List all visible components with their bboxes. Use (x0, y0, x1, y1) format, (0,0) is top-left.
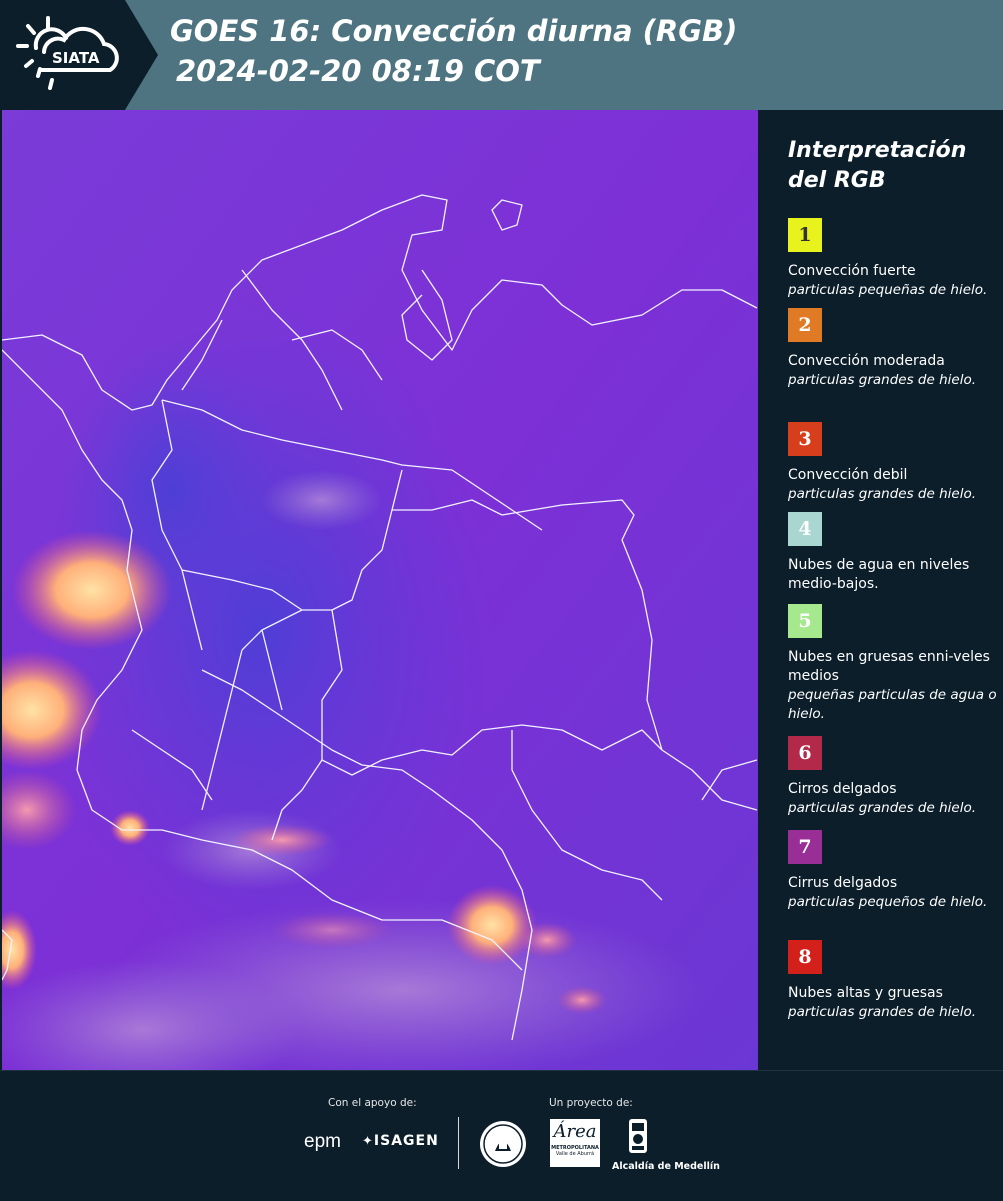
legend-desc: pequeñas particulas de agua o hielo. (788, 687, 997, 722)
legend-item-7: 7 Cirrus delgados particulas pequeños de… (788, 830, 998, 912)
legend-item-2: 2 Convección moderada particulas grandes… (788, 308, 998, 390)
legend-item-5: 5 Nubes en gruesas enni-veles medios peq… (788, 604, 998, 724)
legend-name: Nubes altas y gruesas (788, 985, 943, 1001)
legend-desc: particulas grandes de hielo. (788, 1004, 976, 1020)
page-title: GOES 16: Convección diurna (RGB) (170, 14, 738, 48)
isagen-mark-icon: ✦ (362, 1134, 374, 1149)
isagen-logo: ✦ISAGEN (362, 1133, 439, 1149)
footer: Con el apoyo de: Un proyecto de: epm ✦IS… (0, 1070, 1003, 1201)
government-seal-icon (478, 1119, 528, 1173)
legend-name: Cirrus delgados (788, 875, 898, 891)
legend-desc: particulas grandes de hielo. (788, 372, 976, 388)
legend-item-8: 8 Nubes altas y gruesas particulas grand… (788, 940, 998, 1022)
amva-sub: Valle de Aburrá (555, 1151, 595, 1157)
legend-item-3: 3 Convección debil particulas grandes de… (788, 422, 998, 504)
legend-swatch: 2 (788, 308, 822, 342)
legend-swatch: 5 (788, 604, 822, 638)
amva-logo: Área METROPOLITANA Valle de Aburrá (550, 1119, 600, 1167)
timestamp: 2024-02-20 08:19 COT (176, 54, 540, 88)
legend-number: 5 (798, 610, 812, 632)
logo-text: SIATA (52, 49, 100, 67)
epm-logo: epm (304, 1131, 341, 1152)
legend-swatch: 7 (788, 830, 822, 864)
legend-item-4: 4 Nubes de agua en niveles medio-bajos. (788, 512, 998, 594)
header-bar: SIATA GOES 16: Convección diurna (RGB) 2… (0, 0, 1003, 110)
medellin-coat-of-arms-icon (618, 1117, 658, 1161)
legend-swatch: 6 (788, 736, 822, 770)
legend-item-1: 1 Convección fuerte particulas pequeñas … (788, 218, 998, 300)
isagen-text: ISAGEN (373, 1133, 439, 1149)
legend-number: 2 (798, 314, 812, 336)
legend-number: 3 (798, 428, 812, 450)
legend-desc: particulas pequeños de hielo. (788, 894, 988, 910)
rgb-legend: Interpretación del RGB 1 Convección fuer… (760, 110, 1003, 1070)
legend-name: Convección fuerte (788, 263, 916, 279)
legend-number: 4 (798, 518, 812, 540)
support-label: Con el apoyo de: (328, 1097, 417, 1109)
legend-number: 6 (798, 742, 812, 764)
amva-name: Área (553, 1121, 597, 1142)
legend-name: Convección moderada (788, 353, 945, 369)
legend-name: Convección debil (788, 467, 908, 483)
legend-swatch: 4 (788, 512, 822, 546)
legend-name: Nubes en gruesas enni-veles medios (788, 649, 990, 684)
legend-name: Nubes de agua en niveles medio-bajos. (788, 557, 970, 592)
legend-number: 7 (798, 836, 812, 858)
legend-desc: particulas pequeñas de hielo. (788, 282, 988, 298)
legend-swatch: 3 (788, 422, 822, 456)
legend-number: 8 (798, 946, 812, 968)
legend-swatch: 1 (788, 218, 822, 252)
footer-divider (458, 1117, 459, 1169)
project-label: Un proyecto de: (549, 1097, 633, 1109)
legend-swatch: 8 (788, 940, 822, 974)
legend-item-6: 6 Cirros delgados particulas grandes de … (788, 736, 998, 818)
legend-desc: particulas grandes de hielo. (788, 486, 976, 502)
legend-title: Interpretación del RGB (788, 138, 967, 193)
legend-name: Cirros delgados (788, 781, 897, 797)
alcaldia-label: Alcaldía de Medellín (612, 1161, 720, 1172)
siata-logo[interactable]: SIATA (0, 0, 158, 110)
satellite-map[interactable] (2, 110, 758, 1070)
legend-desc: particulas grandes de hielo. (788, 800, 976, 816)
legend-number: 1 (798, 224, 812, 246)
